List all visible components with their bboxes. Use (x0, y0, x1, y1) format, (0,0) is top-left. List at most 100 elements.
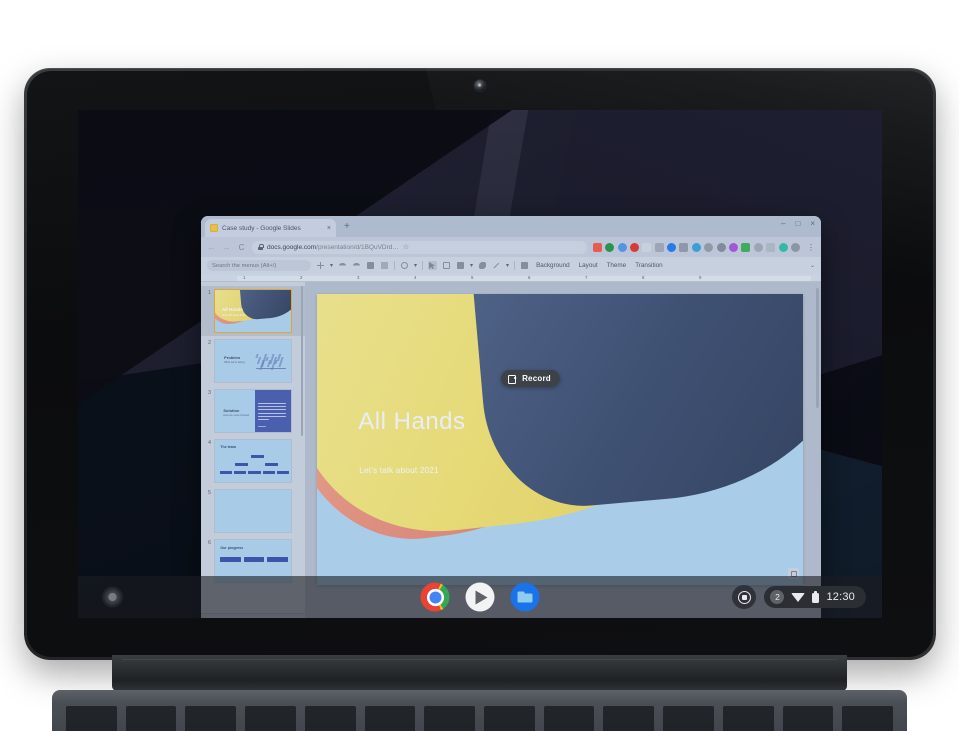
keyboard-key (364, 706, 416, 731)
slide-filmstrip[interactable]: 1 All Hands Let's talk about 2021 2 Problem W… (201, 282, 305, 618)
image-icon[interactable] (456, 261, 465, 270)
slide-subtitle[interactable]: Let's talk about 2021 (359, 466, 439, 475)
slide-thumbnail[interactable]: All Hands Let's talk about 2021 (214, 289, 292, 333)
forward-button[interactable]: → (222, 243, 231, 252)
extension-7-icon[interactable] (667, 242, 677, 252)
layout-grid-icon[interactable] (520, 261, 529, 270)
extension-4-icon[interactable] (629, 242, 639, 252)
search-menus-placeholder: Search the menus (Alt+/) (212, 262, 277, 269)
window-close[interactable]: × (810, 220, 815, 228)
battery-icon (812, 591, 820, 603)
status-area[interactable]: 2 12:30 (764, 586, 866, 608)
background-button[interactable]: Background (534, 262, 572, 269)
clock: 12:30 (826, 591, 855, 603)
select-tool-icon[interactable] (428, 261, 438, 270)
tab-close-icon[interactable]: × (327, 225, 331, 232)
chromeos-shelf: 2 12:30 (78, 576, 882, 618)
window-minimize[interactable]: – (781, 220, 785, 228)
paint-format-icon[interactable] (380, 261, 389, 270)
shape-icon[interactable] (478, 261, 487, 270)
extension-10-icon[interactable] (704, 242, 714, 252)
extension-8-icon[interactable] (679, 242, 689, 252)
browser-tab[interactable]: Case study - Google Slides × (205, 219, 336, 237)
address-bar[interactable]: docs.google.com/presentation/d/1BQuVDrd…… (252, 240, 587, 254)
play-store-app-icon[interactable] (465, 582, 495, 612)
collapse-toolbar-icon[interactable]: ⌄ (810, 262, 815, 269)
filmstrip-slide-1[interactable]: 1 All Hands Let's talk about 2021 (201, 286, 305, 336)
print-icon[interactable] (366, 261, 375, 270)
redo-icon[interactable] (352, 261, 361, 270)
slide-thumbnail[interactable]: Problem What we're facing (214, 339, 292, 383)
system-tray[interactable]: 2 12:30 (732, 585, 866, 609)
extension-9-icon[interactable] (691, 242, 701, 252)
zoom-caret-icon[interactable]: ▾ (414, 262, 417, 269)
undo-icon[interactable] (338, 261, 347, 270)
omnibox-row: ← → C docs.google.com/presentation/d/1BQ… (201, 237, 821, 257)
extension-17-icon[interactable] (791, 242, 800, 252)
filmstrip-slide-5[interactable]: 5 (201, 486, 305, 536)
stop-recording-icon[interactable] (732, 585, 757, 609)
line-caret-icon[interactable]: ▾ (506, 262, 509, 269)
reload-button[interactable]: C (237, 243, 246, 252)
slide-title[interactable]: All Hands (358, 410, 465, 434)
thumb-node (234, 471, 247, 475)
text-box-icon[interactable] (442, 261, 451, 270)
launcher-icon[interactable] (102, 586, 123, 608)
slide-thumbnail[interactable]: The team (214, 439, 292, 483)
ruler-tick: 8 (642, 274, 645, 280)
webcam-icon (474, 80, 486, 91)
thumb-subtitle: Let's talk about 2021 (221, 313, 246, 317)
filmstrip-slide-3[interactable]: 3 Solution How we move forward (201, 386, 305, 436)
extension-14-icon[interactable] (753, 242, 763, 252)
zoom-icon[interactable] (400, 261, 409, 270)
transition-button[interactable]: Transition (633, 262, 664, 269)
keyboard-key (185, 706, 237, 731)
new-tab-button[interactable]: + (344, 222, 350, 232)
extension-3-icon[interactable] (617, 242, 627, 252)
ruler-tick: 6 (528, 274, 531, 280)
current-slide[interactable]: All Hands Let's talk about 2021 (317, 294, 803, 585)
thumb-title: Our progress (220, 545, 244, 550)
chrome-menu-icon[interactable]: ⋮ (807, 243, 815, 252)
add-slide-icon[interactable] (316, 261, 325, 270)
extension-16-icon[interactable] (778, 242, 788, 252)
chrome-app-icon[interactable] (420, 582, 450, 612)
slide-thumbnail[interactable] (214, 489, 292, 533)
extension-2-icon[interactable] (605, 242, 615, 252)
files-app-icon[interactable] (510, 582, 540, 612)
chrome-window[interactable]: Case study - Google Slides × + – □ × ← →… (201, 216, 821, 618)
line-icon[interactable] (492, 261, 501, 270)
extension-12-icon[interactable] (729, 242, 739, 252)
keyboard-key (66, 706, 117, 731)
slides-toolbar: Search the menus (Alt+/) ▾ ▾ ▾ ▾ Backgro… (201, 257, 821, 274)
filmstrip-scrollbar[interactable] (300, 286, 303, 436)
thumb-title: Problem (224, 355, 241, 361)
tab-strip: Case study - Google Slides × + – □ × (201, 216, 821, 237)
bookmark-star-icon[interactable]: ☆ (403, 243, 409, 251)
search-menus-input[interactable]: Search the menus (Alt+/) (207, 260, 311, 271)
theme-button[interactable]: Theme (605, 262, 629, 269)
keyboard-key (125, 706, 177, 731)
image-caret-icon[interactable]: ▾ (470, 262, 473, 269)
slides-workspace: 1 All Hands Let's talk about 2021 2 Problem W… (201, 282, 821, 618)
filmstrip-slide-4[interactable]: 4 The team (201, 436, 305, 486)
extension-11-icon[interactable] (716, 242, 726, 252)
slides-favicon (210, 224, 218, 232)
layout-button[interactable]: Layout (577, 262, 600, 269)
add-slide-caret-icon[interactable]: ▾ (330, 262, 333, 269)
window-maximize[interactable]: □ (795, 220, 800, 228)
back-button[interactable]: ← (207, 243, 216, 252)
record-button[interactable]: Record (501, 370, 560, 388)
extension-13-icon[interactable] (741, 242, 751, 252)
url-host: docs.google.com (267, 243, 317, 251)
url-text: docs.google.com/presentation/d/1BQuVDrd… (267, 244, 399, 251)
slide-thumbnail[interactable]: Solution How we move forward (214, 389, 292, 433)
canvas-scrollbar[interactable] (816, 288, 819, 408)
extension-5-icon[interactable] (642, 242, 652, 252)
extension-15-icon[interactable] (766, 242, 776, 252)
extension-6-icon[interactable] (654, 242, 664, 252)
shelf-app-list (420, 582, 540, 612)
ruler-tick: 3 (357, 274, 360, 280)
extension-1-icon[interactable] (592, 242, 602, 252)
filmstrip-slide-2[interactable]: 2 Problem What we're facing (201, 336, 305, 386)
